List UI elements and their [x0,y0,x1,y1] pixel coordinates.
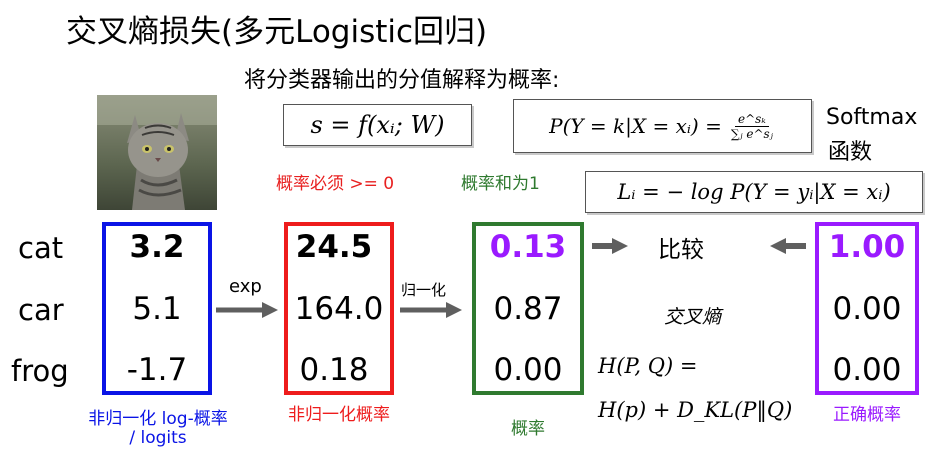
compare-label: 比较 [658,237,704,263]
class-label-frog: frog [11,354,69,388]
cross-entropy-label: 交叉熵 [664,306,722,328]
prob-car: 0.87 [493,291,563,327]
unnormalized-frog: 0.18 [299,352,369,388]
compare-arrow-left [770,238,806,254]
softmax-numerator: e^sₖ [735,112,769,127]
correct-car: 0.00 [832,291,902,327]
score-formula: s = f(xᵢ; W) [283,104,472,146]
correct-caption: 正确概率 [833,405,901,425]
unnormalized-cat: 24.5 [295,229,373,265]
normalize-arrow [400,302,462,318]
softmax-label-2: 函数 [828,140,873,165]
softmax-formula: P(Y = k|X = xᵢ) = e^sₖ ∑ⱼ e^sⱼ [513,99,812,153]
logits-caption-2: / logits [129,428,187,448]
class-label-car: car [18,293,64,327]
cat-image [97,95,217,210]
correct-frog: 0.00 [832,352,902,388]
normalize-label: 归一化 [401,281,447,299]
nonnegative-note: 概率必须 >= 0 [276,174,395,194]
logit-frog: -1.7 [126,352,188,388]
prob-cat: 0.13 [489,229,567,265]
logit-cat: 3.2 [129,229,185,265]
subtitle: 将分类器输出的分值解释为概率: [244,68,560,93]
probabilities-caption: 概率 [511,419,545,439]
prob-frog: 0.00 [493,352,563,388]
exp-label: exp [229,276,262,297]
page-title: 交叉熵损失(多元Logistic回归) [66,14,488,50]
exp-arrow [216,302,278,318]
softmax-fraction: e^sₖ ∑ⱼ e^sⱼ [728,112,776,141]
correct-cat: 1.00 [828,229,906,265]
softmax-denominator: ∑ⱼ e^sⱼ [730,126,773,141]
softmax-label-1: Softmax [826,105,918,130]
sum-to-one-note: 概率和为1 [461,174,540,194]
unnormalized-car: 164.0 [294,291,384,327]
compare-arrow-right [592,238,628,254]
logit-car: 5.1 [132,291,182,327]
logits-caption-1: 非归一化 log-概率 [88,409,228,429]
cross-entropy-line-2: H(p) + D_KL(P‖Q) [598,398,793,422]
softmax-lhs: P(Y = k|X = xᵢ) = [549,114,722,138]
class-label-cat: cat [18,231,64,265]
loss-formula: Lᵢ = − log P(Y = yᵢ|X = xᵢ) [585,171,923,213]
unnormalized-caption: 非归一化概率 [288,405,390,425]
cross-entropy-line-1: H(P, Q) = [598,354,698,378]
